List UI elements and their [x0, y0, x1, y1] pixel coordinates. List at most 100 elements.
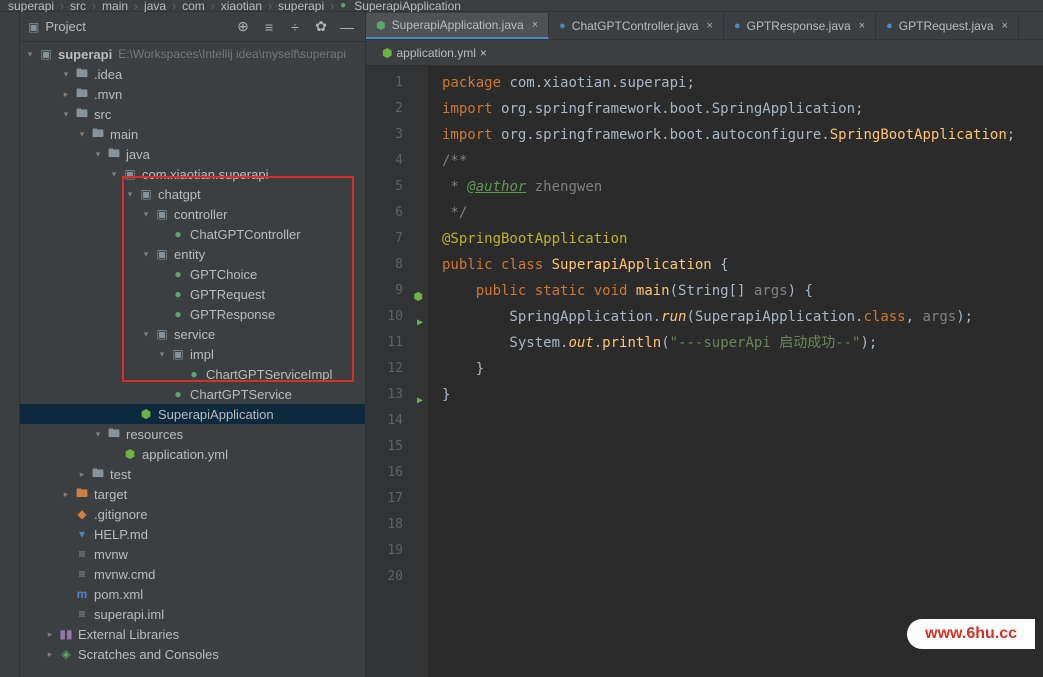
expand-arrow-icon[interactable]: ▸	[44, 648, 56, 660]
tree-item[interactable]: ●ChatGPTController	[20, 224, 365, 244]
expand-arrow-icon[interactable]	[108, 448, 120, 460]
expand-arrow-icon[interactable]	[60, 548, 72, 560]
expand-arrow-icon[interactable]	[156, 308, 168, 320]
tree-item[interactable]: ▾🖿.idea	[20, 64, 365, 84]
tree-item[interactable]: ▾▣controller	[20, 204, 365, 224]
tree-item[interactable]: ⬢SuperapiApplication	[20, 404, 365, 424]
tree-item[interactable]: ▾▣chatgpt	[20, 184, 365, 204]
crumb[interactable]: superapi	[8, 0, 54, 13]
crumb[interactable]: com	[182, 0, 205, 13]
close-icon[interactable]: ×	[859, 20, 865, 32]
tree-item[interactable]: ▾🖿resources	[20, 424, 365, 444]
tree-item[interactable]: ≡mvnw.cmd	[20, 564, 365, 584]
expand-arrow-icon[interactable]: ▸	[76, 468, 88, 480]
yml-icon: ⬢	[382, 46, 392, 60]
tree-item[interactable]: ≡mvnw	[20, 544, 365, 564]
class-icon: ●	[340, 0, 346, 11]
run-gutter-icon[interactable]: ▶	[411, 310, 423, 322]
tree-item[interactable]: ▸🖿target	[20, 484, 365, 504]
expand-arrow-icon[interactable]	[60, 588, 72, 600]
crumb[interactable]: xiaotian	[221, 0, 262, 13]
tree-item[interactable]: ●GPTChoice	[20, 264, 365, 284]
code-editor[interactable]: package com.xiaotian.superapi;import org…	[428, 66, 1043, 677]
expand-arrow-icon[interactable]	[60, 508, 72, 520]
tree-item[interactable]: ▾▣impl	[20, 344, 365, 364]
run-gutter-icon[interactable]: ▶	[411, 388, 423, 400]
tree-item[interactable]: ●GPTRequest	[20, 284, 365, 304]
tree-item[interactable]: ▸🖿.mvn	[20, 84, 365, 104]
expand-arrow-icon[interactable]: ▸	[60, 88, 72, 100]
crumb[interactable]: src	[70, 0, 86, 13]
class-icon: ●	[734, 20, 741, 32]
tree-item[interactable]: ●ChartGPTServiceImpl	[20, 364, 365, 384]
expand-arrow-icon[interactable]: ▾	[140, 208, 152, 220]
project-icon: ▣	[28, 20, 39, 34]
expand-arrow-icon[interactable]: ▾	[76, 128, 88, 140]
project-tree[interactable]: ▾ ▣ superapi E:\Workspaces\Intellij idea…	[20, 42, 365, 677]
tree-item[interactable]: ▾🖿java	[20, 144, 365, 164]
editor-tab[interactable]: ●GPTResponse.java×	[724, 13, 876, 39]
tree-item[interactable]: ▾▣com.xiaotian.superapi	[20, 164, 365, 184]
tree-item[interactable]: ▸◈Scratches and Consoles	[20, 644, 365, 664]
expand-arrow-icon[interactable]: ▾	[140, 328, 152, 340]
tree-item[interactable]: ▾🖿src	[20, 104, 365, 124]
editor-gutter[interactable]: 123456789⬢10▶111213▶14151617181920	[366, 66, 428, 677]
expand-arrow-icon[interactable]: ▾	[140, 248, 152, 260]
expand-arrow-icon[interactable]	[172, 368, 184, 380]
tree-item[interactable]: ▾🖿main	[20, 124, 365, 144]
close-icon[interactable]: ×	[707, 20, 713, 32]
tree-item[interactable]: ▸🖿test	[20, 464, 365, 484]
expand-arrow-icon[interactable]: ▾	[156, 348, 168, 360]
expand-arrow-icon[interactable]: ▾	[60, 108, 72, 120]
tree-item[interactable]: ▾▣service	[20, 324, 365, 344]
crumb[interactable]: main	[102, 0, 128, 13]
expand-arrow-icon[interactable]	[156, 228, 168, 240]
editor-tabs: ⬢SuperapiApplication.java×●ChatGPTContro…	[366, 12, 1043, 40]
tool-window-strip[interactable]	[0, 12, 20, 677]
tree-item[interactable]: ▾HELP.md	[20, 524, 365, 544]
tree-item[interactable]: ●GPTResponse	[20, 304, 365, 324]
crumb[interactable]: superapi	[278, 0, 324, 13]
expand-arrow-icon[interactable]: ▾	[60, 68, 72, 80]
tree-item[interactable]: ▸▮▮External Libraries	[20, 624, 365, 644]
tree-item[interactable]: ▾▣entity	[20, 244, 365, 264]
expand-arrow-icon[interactable]: ▾	[124, 188, 136, 200]
tree-item[interactable]: mpom.xml	[20, 584, 365, 604]
hide-icon[interactable]: —	[337, 19, 357, 35]
url-watermark: www.6hu.cc	[907, 619, 1035, 649]
tree-item[interactable]: ◆.gitignore	[20, 504, 365, 524]
expand-arrow-icon[interactable]: ▸	[44, 628, 56, 640]
editor-tab[interactable]: ●GPTRequest.java×	[876, 13, 1019, 39]
select-opened-icon[interactable]: ⊕	[233, 18, 253, 35]
expand-arrow-icon[interactable]	[124, 408, 136, 420]
class-icon: ●	[886, 20, 893, 32]
expand-arrow-icon[interactable]	[60, 528, 72, 540]
expand-arrow-icon[interactable]: ▾	[92, 148, 104, 160]
settings-icon[interactable]: ✿	[311, 18, 331, 35]
crumb[interactable]: SuperapiApplication	[354, 0, 461, 13]
collapse-all-icon[interactable]: ÷	[285, 19, 305, 35]
sub-tab[interactable]: ⬢ application.yml ×	[374, 44, 495, 62]
crumb[interactable]: java	[144, 0, 166, 13]
tree-item[interactable]: ⬢application.yml	[20, 444, 365, 464]
module-icon: ▣	[38, 47, 54, 61]
spring-gutter-icon[interactable]: ⬢	[411, 284, 423, 296]
expand-arrow-icon[interactable]	[60, 608, 72, 620]
expand-arrow-icon[interactable]: ▸	[60, 488, 72, 500]
close-icon[interactable]: ×	[532, 19, 538, 31]
project-title[interactable]: Project	[45, 19, 227, 34]
tree-item[interactable]: ●ChartGPTService	[20, 384, 365, 404]
tree-item[interactable]: ≡superapi.iml	[20, 604, 365, 624]
tree-root[interactable]: ▾ ▣ superapi E:\Workspaces\Intellij idea…	[20, 44, 365, 64]
expand-arrow-icon[interactable]	[156, 268, 168, 280]
close-icon[interactable]: ×	[1002, 20, 1008, 32]
expand-arrow-icon[interactable]	[156, 388, 168, 400]
expand-all-icon[interactable]: ≡	[259, 19, 279, 35]
expand-arrow-icon[interactable]	[156, 288, 168, 300]
editor-tab[interactable]: ●ChatGPTController.java×	[549, 13, 724, 39]
expand-arrow-icon[interactable]: ▾	[92, 428, 104, 440]
expand-arrow-icon[interactable]: ▾	[108, 168, 120, 180]
expand-arrow-icon[interactable]	[60, 568, 72, 580]
close-icon[interactable]: ×	[480, 46, 487, 60]
editor-tab[interactable]: ⬢SuperapiApplication.java×	[366, 13, 549, 39]
